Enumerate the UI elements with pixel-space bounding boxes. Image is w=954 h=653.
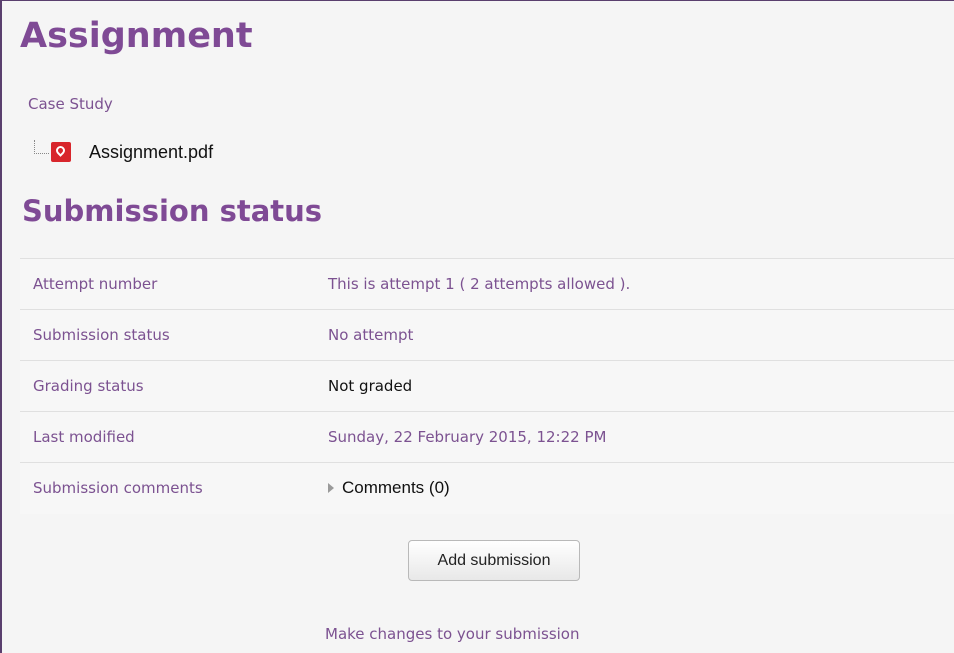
table-row-last-modified: Last modified Sunday, 22 February 2015, … xyxy=(20,411,954,463)
grading-status-value: Not graded xyxy=(328,377,413,395)
submission-comments-value: Comments (0) xyxy=(328,463,954,514)
attempt-number-label: Attempt number xyxy=(33,275,158,293)
last-modified-label: Last modified xyxy=(33,428,135,446)
submission-status-label: Submission status xyxy=(33,326,170,344)
page-title: Assignment xyxy=(20,16,253,56)
comments-count-label: Comments (0) xyxy=(342,478,450,498)
grading-status-label: Grading status xyxy=(33,377,144,395)
attempt-number-value: This is attempt 1 ( 2 attempts allowed )… xyxy=(328,275,631,293)
submission-status-value: No attempt xyxy=(328,326,414,344)
submission-comments-label: Submission comments xyxy=(33,479,203,498)
tree-connector xyxy=(34,140,49,154)
table-row-grading-status: Grading status Not graded xyxy=(20,360,954,412)
assignment-page: Assignment Case Study Assignment.pdf Sub… xyxy=(0,0,954,653)
add-submission-button[interactable]: Add submission xyxy=(408,540,580,581)
attachment-row: Assignment.pdf xyxy=(34,135,213,169)
pdf-icon xyxy=(51,142,71,162)
submission-status-title: Submission status xyxy=(22,194,323,228)
submission-status-table: Attempt number This is attempt 1 ( 2 att… xyxy=(20,258,954,514)
attachment-link[interactable]: Assignment.pdf xyxy=(89,142,213,163)
submission-help-text: Make changes to your submission xyxy=(325,625,580,643)
assignment-intro: Case Study xyxy=(28,95,113,113)
expand-triangle-icon xyxy=(328,483,334,494)
table-row-submission-status: Submission status No attempt xyxy=(20,309,954,361)
table-row-attempt-number: Attempt number This is attempt 1 ( 2 att… xyxy=(20,258,954,310)
comments-toggle[interactable]: Comments (0) xyxy=(328,478,450,498)
last-modified-value: Sunday, 22 February 2015, 12:22 PM xyxy=(328,428,607,446)
table-row-submission-comments: Submission comments Comments (0) xyxy=(20,462,954,514)
